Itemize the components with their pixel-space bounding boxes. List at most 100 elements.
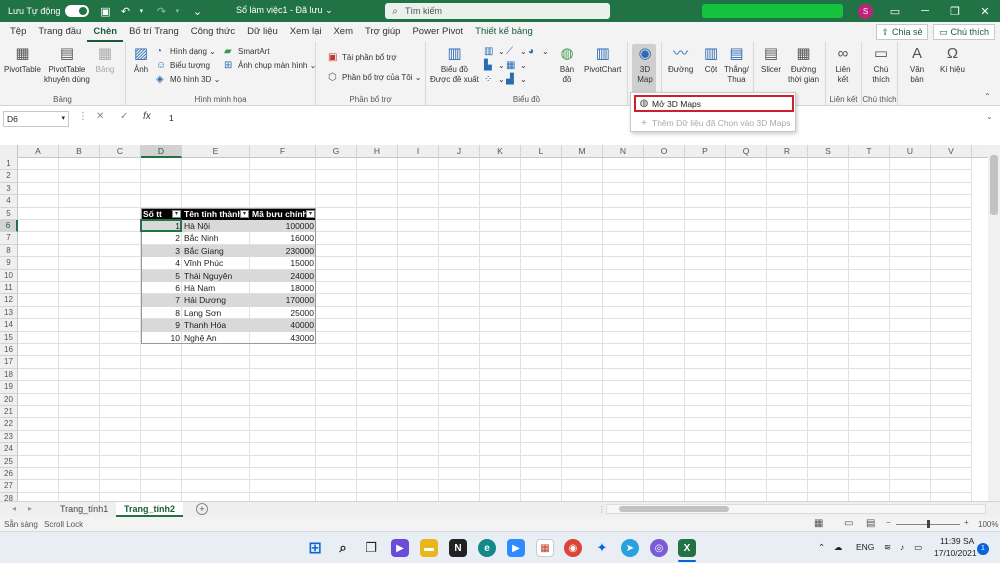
tab-view[interactable]: Xem <box>327 22 359 42</box>
document-title[interactable]: Sổ làm việc1 - Đã lưu ⌄ <box>236 5 333 16</box>
formula-input[interactable]: 1 <box>169 113 174 123</box>
table-cell[interactable]: 40000 <box>250 319 316 332</box>
row-header-28[interactable]: 28 <box>0 492 18 501</box>
minimize-icon[interactable]: ─ <box>910 0 940 22</box>
tab-formulas[interactable]: Công thức <box>185 22 241 42</box>
new-comment-button[interactable]: ▭ Chú thích <box>870 44 892 85</box>
table-cell[interactable]: Hà Nội <box>182 220 250 233</box>
table-cell[interactable]: Nghệ An <box>182 332 250 344</box>
table-cell[interactable]: 10 <box>141 332 182 344</box>
sparkline-column-button[interactable]: ▥ Cột <box>700 44 722 75</box>
column-header-j[interactable]: J <box>439 145 480 158</box>
worksheet-grid[interactable]: ABCDEFGHIJKLMNOPQRSTUV 1 2 3 4 5 6 7 8 9 10 11 12 13… <box>0 145 988 501</box>
column-header-a[interactable]: A <box>18 145 59 158</box>
notification-badge[interactable]: 1 <box>977 543 989 555</box>
row-header-4[interactable]: 4 <box>0 195 18 208</box>
line-chart-button[interactable]: ⟋ ⌄ <box>506 46 527 57</box>
table-cell[interactable]: 7 <box>141 294 182 307</box>
tab-home[interactable]: Trang đầu <box>32 22 87 42</box>
select-all-corner[interactable] <box>0 145 18 158</box>
clock-date[interactable]: 17/10/2021 <box>934 548 977 558</box>
recommended-charts-button[interactable]: ▥ Biểu đồ Được đề xuất <box>430 44 479 85</box>
column-header-h[interactable]: H <box>357 145 398 158</box>
pictures-button[interactable]: ▨ Ảnh <box>130 44 152 75</box>
tab-split-handle[interactable]: ⋮ <box>598 505 606 514</box>
search-taskbar-icon[interactable]: ⌕ <box>334 539 352 557</box>
column-header-l[interactable]: L <box>521 145 562 158</box>
enter-icon[interactable]: ✓ <box>120 111 128 122</box>
zoom-level[interactable]: 100% <box>978 520 998 529</box>
excel-taskbar-icon[interactable]: X <box>678 539 696 557</box>
battery-icon[interactable]: ▭ <box>914 542 922 553</box>
recommended-pivottables-button[interactable]: ▤ PivotTable khuyên dùng <box>44 44 90 85</box>
tab-review[interactable]: Xem lại <box>284 22 328 42</box>
table-cell[interactable]: 15000 <box>250 257 316 269</box>
zoom-app-icon[interactable]: ▶ <box>507 539 525 557</box>
unikey-icon[interactable]: ✦ <box>593 539 611 557</box>
row-header-21[interactable]: 21 <box>0 406 18 419</box>
ribbon-display-options-icon[interactable]: ▭ <box>880 0 910 22</box>
combo-chart-button[interactable]: ▟ ⌄ <box>506 74 527 85</box>
row-header-13[interactable]: 13 <box>0 306 18 320</box>
shapes-button[interactable]: ◔ Hình dạng ⌄ <box>156 46 216 57</box>
sheet-tab-1[interactable]: Trang_tính1 <box>52 502 116 517</box>
screenshot-button[interactable]: ⊞ Ảnh chụp màn hình ⌄ <box>224 60 316 71</box>
normal-view-icon[interactable]: ▦ <box>814 518 823 529</box>
tab-file[interactable]: Tệp <box>4 22 32 42</box>
sparkline-line-button[interactable]: 〰 Đường <box>668 44 693 75</box>
column-header-c[interactable]: C <box>100 145 141 158</box>
table-cell[interactable]: Bắc Giang <box>182 244 250 258</box>
column-header-i[interactable]: I <box>398 145 439 158</box>
filter-dropdown-icon[interactable]: ▾ <box>172 209 181 218</box>
file-explorer-icon[interactable]: ▬ <box>420 539 438 557</box>
row-header-7[interactable]: 7 <box>0 232 18 245</box>
page-break-view-icon[interactable]: ▤ <box>866 518 875 529</box>
table-cell[interactable]: 4 <box>141 257 182 269</box>
add-sheet-icon[interactable]: + <box>196 503 208 515</box>
row-header-24[interactable]: 24 <box>0 443 18 456</box>
table-cell[interactable]: 8 <box>141 307 182 319</box>
notion-icon[interactable]: N <box>449 539 467 557</box>
table-cell[interactable]: 43000 <box>250 332 316 344</box>
get-addins-button[interactable]: ▣ Tải phần bổ trợ <box>328 52 397 63</box>
stat-chart-button[interactable]: ▦ ⌄ <box>506 60 527 71</box>
undo-dropdown-icon[interactable]: ▾ <box>133 3 149 19</box>
table-cell[interactable]: 2 <box>141 232 182 244</box>
row-header-25[interactable]: 25 <box>0 455 18 468</box>
customize-qat-icon[interactable]: ⌄ <box>189 3 205 19</box>
open-3d-maps-item[interactable]: ◍ Mở 3D Maps <box>634 95 794 112</box>
search-box[interactable]: ⌕ Tìm kiếm <box>385 3 610 19</box>
telegram-icon[interactable]: ➤ <box>621 539 639 557</box>
column-header-k[interactable]: K <box>480 145 521 158</box>
sheet-scroll-left-icon[interactable]: ◂ <box>12 504 16 513</box>
column-header-n[interactable]: N <box>603 145 644 158</box>
table-button[interactable]: ▦ Bảng <box>94 44 116 75</box>
cancel-icon[interactable]: ✕ <box>96 111 104 122</box>
row-header-19[interactable]: 19 <box>0 381 18 394</box>
table-cell[interactable]: 6 <box>141 282 182 294</box>
table-cell[interactable]: 170000 <box>250 294 316 307</box>
pie-chart-button[interactable]: ◕ ⌄ <box>528 46 549 57</box>
insert-function-icon[interactable]: fx <box>143 111 151 122</box>
icons-button[interactable]: ☺ Biểu tượng <box>156 60 210 71</box>
smartart-button[interactable]: ▰ SmartArt <box>224 46 270 57</box>
row-header-26[interactable]: 26 <box>0 468 18 481</box>
obs-icon[interactable]: ◎ <box>650 539 668 557</box>
column-header-o[interactable]: O <box>644 145 685 158</box>
sparkline-winloss-button[interactable]: ▤ Thắng/ Thua <box>724 44 749 85</box>
sheet-scroll-right-icon[interactable]: ▸ <box>28 504 32 513</box>
horizontal-scroll-thumb[interactable] <box>619 506 729 512</box>
edge-icon[interactable]: e <box>478 539 496 557</box>
name-box[interactable]: D6 ▾ <box>3 111 69 127</box>
column-header-m[interactable]: M <box>562 145 603 158</box>
tray-overflow-icon[interactable]: ⌃ <box>818 542 825 553</box>
table-cell[interactable]: Thanh Hóa <box>182 319 250 332</box>
table-cell[interactable]: 9 <box>141 319 182 332</box>
avatar[interactable]: S <box>858 4 873 19</box>
row-header-16[interactable]: 16 <box>0 344 18 357</box>
table-cell[interactable]: 24000 <box>250 269 316 282</box>
zoom-in-icon[interactable]: + <box>964 518 969 527</box>
filter-dropdown-icon[interactable]: ▾ <box>306 209 315 218</box>
zoom-slider-thumb[interactable] <box>927 520 930 528</box>
share-button[interactable]: ⇪ Chia sẻ <box>876 24 928 40</box>
